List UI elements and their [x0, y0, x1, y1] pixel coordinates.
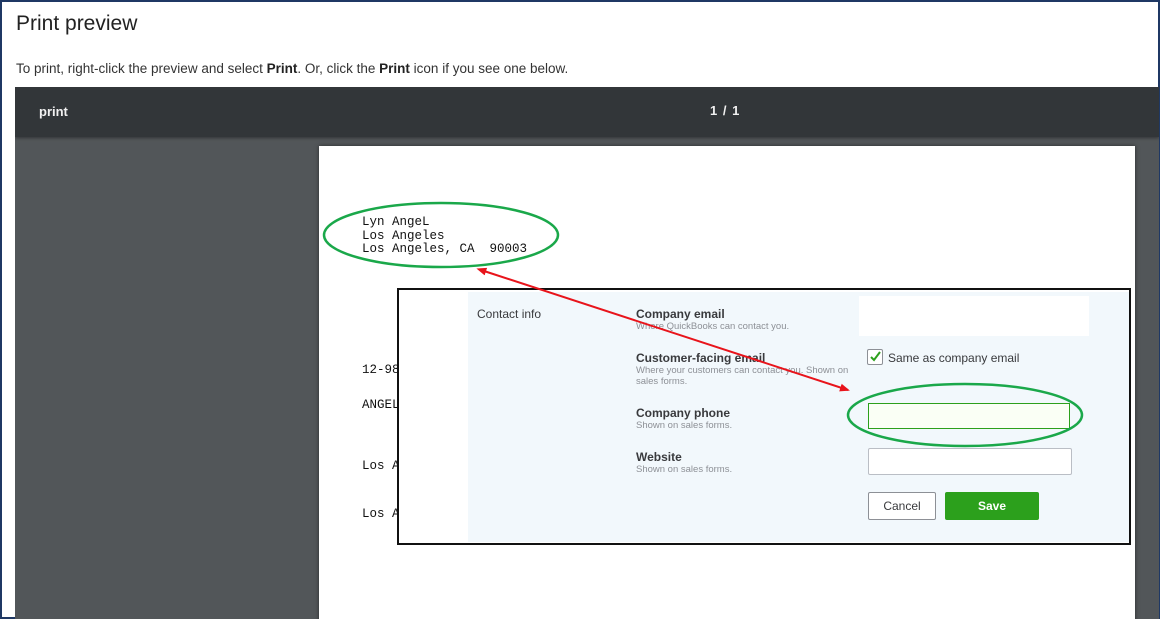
instructions-part1: To print, right-click the preview and se…	[16, 61, 267, 76]
document-line-name: ANGEL	[362, 398, 400, 412]
print-button[interactable]: print	[39, 104, 68, 119]
website-label: Website	[636, 450, 682, 464]
viewer-toolbar: print 1 / 1	[15, 87, 1159, 137]
page-indicator: 1 / 1	[710, 103, 741, 118]
checkmark-icon	[870, 351, 881, 362]
company-email-hint: Where QuickBooks can contact you.	[636, 321, 790, 332]
document-line-city-1: Los A	[362, 459, 400, 473]
company-phone-label: Company phone	[636, 406, 731, 420]
address-line-2: Los Angeles	[362, 228, 445, 243]
customer-address: Lyn AngeL Los Angeles Los Angeles, CA 9000…	[362, 215, 528, 257]
cancel-button[interactable]: Cancel	[868, 492, 936, 520]
company-email-label: Company email	[636, 307, 725, 321]
document-line-city-2: Los A	[362, 507, 400, 521]
document-line-date: 12-98	[362, 363, 400, 377]
save-button[interactable]: Save	[945, 492, 1039, 520]
company-phone-hint: Shown on sales forms.	[636, 420, 733, 431]
address-line-3: Los Angeles, CA 90003	[362, 242, 528, 256]
address-line-1: Lyn AngeL	[362, 215, 430, 229]
website-hint: Shown on sales forms.	[636, 464, 733, 475]
settings-screenshot-callout: Contact info Company email Where QuickBo…	[397, 288, 1131, 545]
same-as-company-email-checkbox[interactable]	[867, 349, 883, 365]
contact-info-label: Contact info	[477, 307, 542, 321]
website-input[interactable]	[868, 448, 1072, 475]
same-as-company-email-label: Same as company email	[888, 351, 1020, 365]
customer-facing-email-hint: Where your customers can contact you. Sh…	[636, 365, 849, 387]
instructions-part3: icon if you see one below.	[409, 61, 569, 76]
instructions-bold2: Print	[379, 61, 410, 76]
page-title: Print preview	[16, 12, 138, 35]
company-phone-input[interactable]	[868, 403, 1070, 429]
instructions-text: To print, right-click the preview and se…	[16, 61, 568, 76]
customer-facing-email-label: Customer-facing email	[636, 351, 766, 365]
instructions-part2: . Or, click the	[297, 61, 380, 76]
contact-info-panel: Contact info Company email Where QuickBo…	[468, 292, 1129, 542]
company-email-field[interactable]	[859, 296, 1089, 336]
instructions-bold1: Print	[266, 61, 298, 76]
